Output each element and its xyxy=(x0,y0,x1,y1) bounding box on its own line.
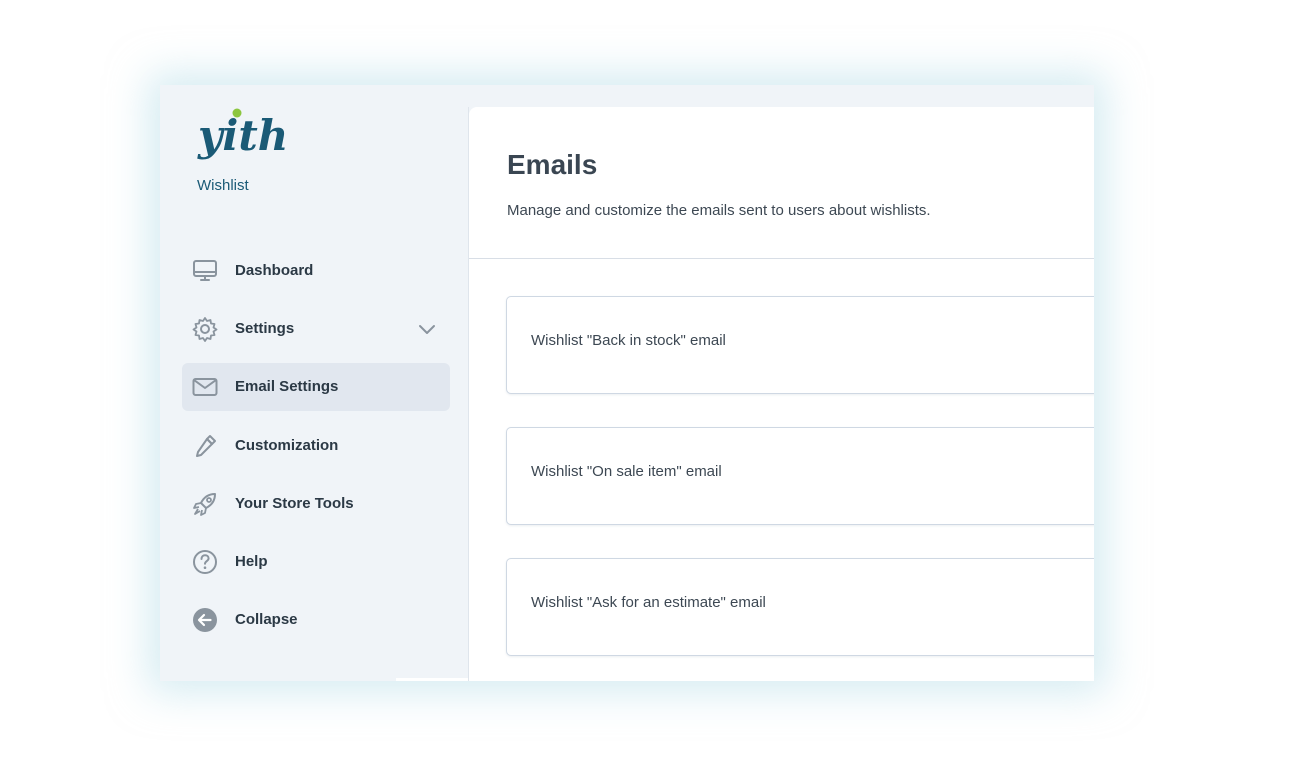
sidebar-collapse-button[interactable]: Collapse xyxy=(182,596,450,644)
sidebar-item-help[interactable]: Help xyxy=(182,538,450,586)
svg-text:yith: yith xyxy=(197,111,288,160)
sidebar-item-label: Help xyxy=(235,552,268,570)
divider xyxy=(396,678,468,681)
page-header: Emails Manage and customize the emails s… xyxy=(469,107,1094,259)
main-content: Emails Manage and customize the emails s… xyxy=(468,107,1094,681)
arrow-left-circle-icon xyxy=(193,608,217,633)
email-card-back-in-stock[interactable]: Wishlist "Back in stock" email xyxy=(506,296,1094,394)
app-window: yith Wishlist Dashboard Settings Email S… xyxy=(160,85,1094,681)
sidebar-item-dashboard[interactable]: Dashboard xyxy=(182,247,450,295)
sidebar-item-label: Customization xyxy=(235,436,339,454)
sidebar-item-label: Settings xyxy=(235,320,295,338)
sidebar-item-label: Dashboard xyxy=(235,262,314,279)
monitor-icon xyxy=(193,260,217,281)
email-list: Wishlist "Back in stock" email Wishlist … xyxy=(469,259,1094,681)
question-icon xyxy=(193,549,217,574)
chevron-down-icon[interactable] xyxy=(418,321,436,337)
sidebar-item-settings[interactable]: Settings xyxy=(182,305,450,353)
product-name: Wishlist xyxy=(197,177,249,194)
sidebar-item-label: Collapse xyxy=(235,611,298,629)
email-card-label: Wishlist "Back in stock" email xyxy=(531,332,726,349)
yith-logo: yith xyxy=(197,108,288,160)
email-card-on-sale[interactable]: Wishlist "On sale item" email xyxy=(506,427,1094,525)
sidebar-item-label: Email Settings xyxy=(235,378,339,396)
sidebar-item-store-tools[interactable]: Your Store Tools xyxy=(182,480,450,528)
sidebar-item-email-settings[interactable]: Email Settings xyxy=(182,363,450,412)
sidebar-item-label: Your Store Tools xyxy=(235,494,354,512)
email-card-label: Wishlist "Ask for an estimate" email xyxy=(531,594,766,611)
envelope-icon xyxy=(192,378,218,397)
gear-icon xyxy=(192,317,218,343)
email-card-ask-estimate[interactable]: Wishlist "Ask for an estimate" email xyxy=(506,558,1094,656)
page-title: Emails xyxy=(507,149,598,180)
rocket-icon xyxy=(193,492,216,516)
page-description: Manage and customize the emails sent to … xyxy=(507,202,931,219)
email-card-label: Wishlist "On sale item" email xyxy=(531,463,722,480)
dropper-icon xyxy=(196,434,216,457)
sidebar-nav: Dashboard Settings Email Settings Custom… xyxy=(182,247,450,654)
sidebar-item-customization[interactable]: Customization xyxy=(182,422,450,470)
sidebar: yith Wishlist Dashboard Settings Email S… xyxy=(160,85,468,681)
